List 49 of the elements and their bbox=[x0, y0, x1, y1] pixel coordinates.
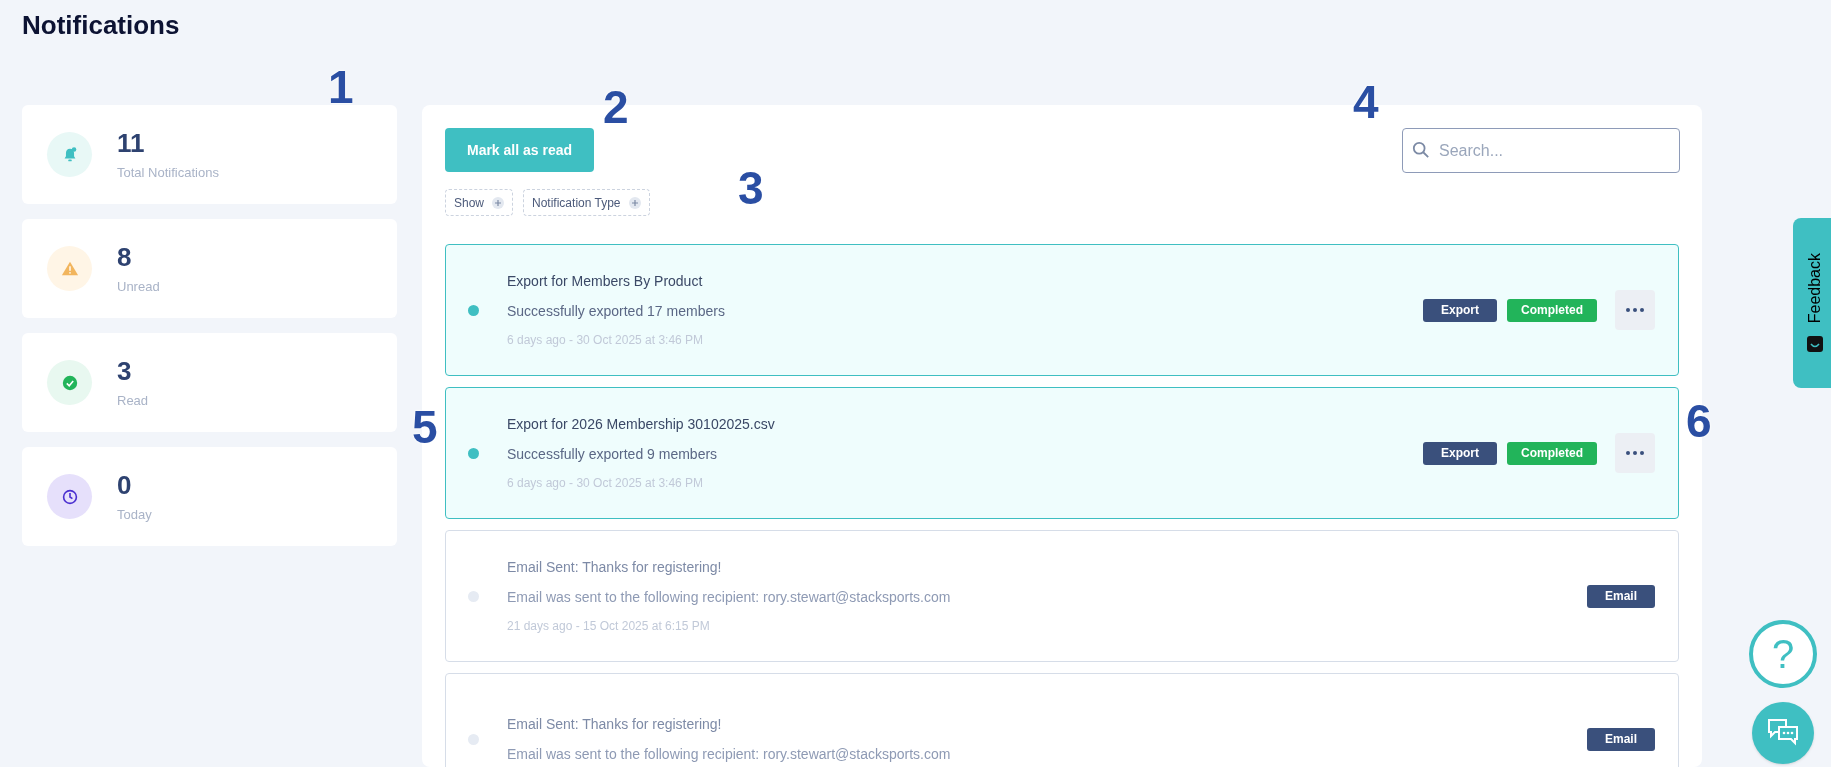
search-field[interactable]: Search... bbox=[1402, 128, 1680, 173]
filter-chip[interactable]: Notification Type bbox=[523, 189, 650, 216]
stat-value: 3 bbox=[117, 354, 133, 387]
callout-number: 3 bbox=[738, 163, 764, 213]
stat-label: Total Notifications bbox=[117, 163, 219, 182]
type-tag: Email bbox=[1587, 584, 1655, 608]
bell-icon bbox=[47, 132, 92, 177]
callout-number: 2 bbox=[603, 82, 629, 132]
notification-message: Successfully exported 17 members bbox=[507, 302, 726, 321]
more-button[interactable] bbox=[1615, 290, 1655, 330]
chat-icon bbox=[1766, 718, 1800, 748]
notification-title: Export for Members By Product bbox=[507, 272, 704, 291]
notification-title: Export for 2026 Membership 30102025.csv bbox=[507, 415, 776, 434]
plus-icon bbox=[492, 196, 505, 209]
notification-title: Email Sent: Thanks for registering! bbox=[507, 714, 723, 734]
clock-icon bbox=[47, 474, 92, 519]
smiley-icon bbox=[1806, 335, 1824, 354]
filter-chip[interactable]: Show bbox=[445, 189, 514, 216]
notification-message: Email was sent to the following recipient: rory.stewart@stacksports.com bbox=[507, 744, 952, 764]
notification-message: Successfully exported 9 members bbox=[507, 445, 719, 464]
plus-icon bbox=[628, 196, 641, 209]
type-tag: Export bbox=[1422, 298, 1497, 322]
status-tag: Completed bbox=[1507, 298, 1597, 322]
notification-card[interactable]: Email Sent: Thanks for registering! Email was sent to the following recipient: rory.stewart@stacksports.com 21 days ago - 15 Oct 2025 at 6:15 PM Email bbox=[445, 530, 1679, 662]
callout-number: 4 bbox=[1353, 77, 1379, 127]
stat-label: Unread bbox=[117, 277, 160, 296]
more-icon bbox=[1626, 451, 1644, 455]
stat-label: Read bbox=[117, 391, 149, 410]
page-title: Notifications bbox=[22, 9, 180, 42]
notification-title: Email Sent: Thanks for registering! bbox=[507, 558, 723, 577]
callout-number: 1 bbox=[328, 62, 354, 112]
search-icon bbox=[1412, 141, 1430, 159]
type-tag: Export bbox=[1422, 441, 1497, 465]
stat-value: 11 bbox=[117, 126, 146, 159]
stat-label: Today bbox=[117, 505, 152, 524]
more-button[interactable] bbox=[1615, 433, 1655, 473]
feedback-tab[interactable]: Feedback bbox=[1793, 218, 1831, 388]
warning-icon bbox=[47, 246, 92, 291]
notification-time: 21 days ago - 15 Oct 2025 at 6:15 PM bbox=[507, 618, 711, 635]
check-icon bbox=[47, 360, 92, 405]
stat-value: 8 bbox=[117, 240, 133, 273]
callout-number: 5 bbox=[412, 402, 438, 452]
stat-value: 0 bbox=[117, 468, 133, 501]
notification-card[interactable]: Email Sent: Thanks for registering! Email was sent to the following recipient: rory.stewart@stacksports.com Email bbox=[445, 673, 1679, 767]
type-tag: Email bbox=[1587, 727, 1655, 751]
callout-number: 6 bbox=[1686, 396, 1712, 446]
more-icon bbox=[1626, 308, 1644, 312]
status-tag: Completed bbox=[1507, 441, 1597, 465]
notification-message: Email was sent to the following recipient: rory.stewart@stacksports.com bbox=[507, 588, 952, 607]
